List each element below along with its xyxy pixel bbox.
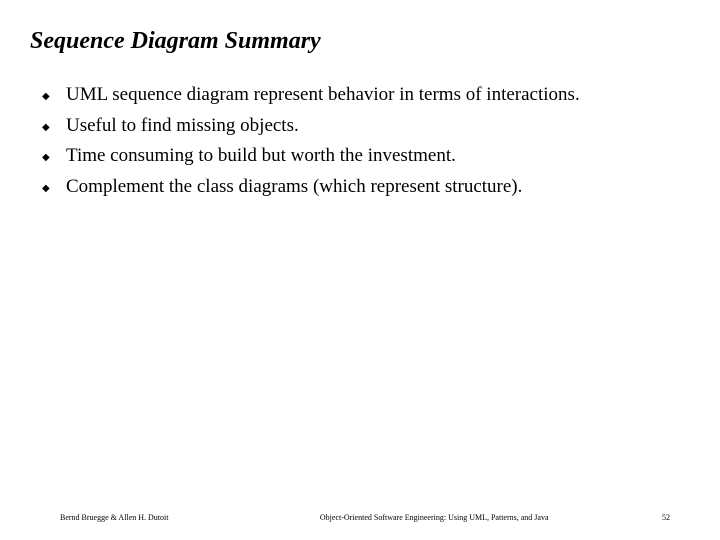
bullet-icon: ◆ [42,83,66,103]
footer-authors: Bernd Bruegge & Allen H. Dutoit [60,513,168,522]
bullet-icon: ◆ [42,144,66,164]
bullet-text: Time consuming to build but worth the in… [66,144,690,169]
bullet-icon: ◆ [42,114,66,134]
footer: Bernd Bruegge & Allen H. Dutoit Object-O… [0,513,720,522]
list-item: ◆ UML sequence diagram represent behavio… [42,83,690,108]
footer-book: Object-Oriented Software Engineering: Us… [228,513,640,522]
bullet-icon: ◆ [42,175,66,195]
bullet-text: UML sequence diagram represent behavior … [66,83,690,108]
bullet-list: ◆ UML sequence diagram represent behavio… [30,83,690,200]
bullet-text: Complement the class diagrams (which rep… [66,175,690,200]
list-item: ◆ Complement the class diagrams (which r… [42,175,690,200]
slide-title: Sequence Diagram Summary [30,28,690,55]
bullet-text: Useful to find missing objects. [66,114,690,139]
list-item: ◆ Time consuming to build but worth the … [42,144,690,169]
footer-page: 52 [640,513,670,522]
list-item: ◆ Useful to find missing objects. [42,114,690,139]
